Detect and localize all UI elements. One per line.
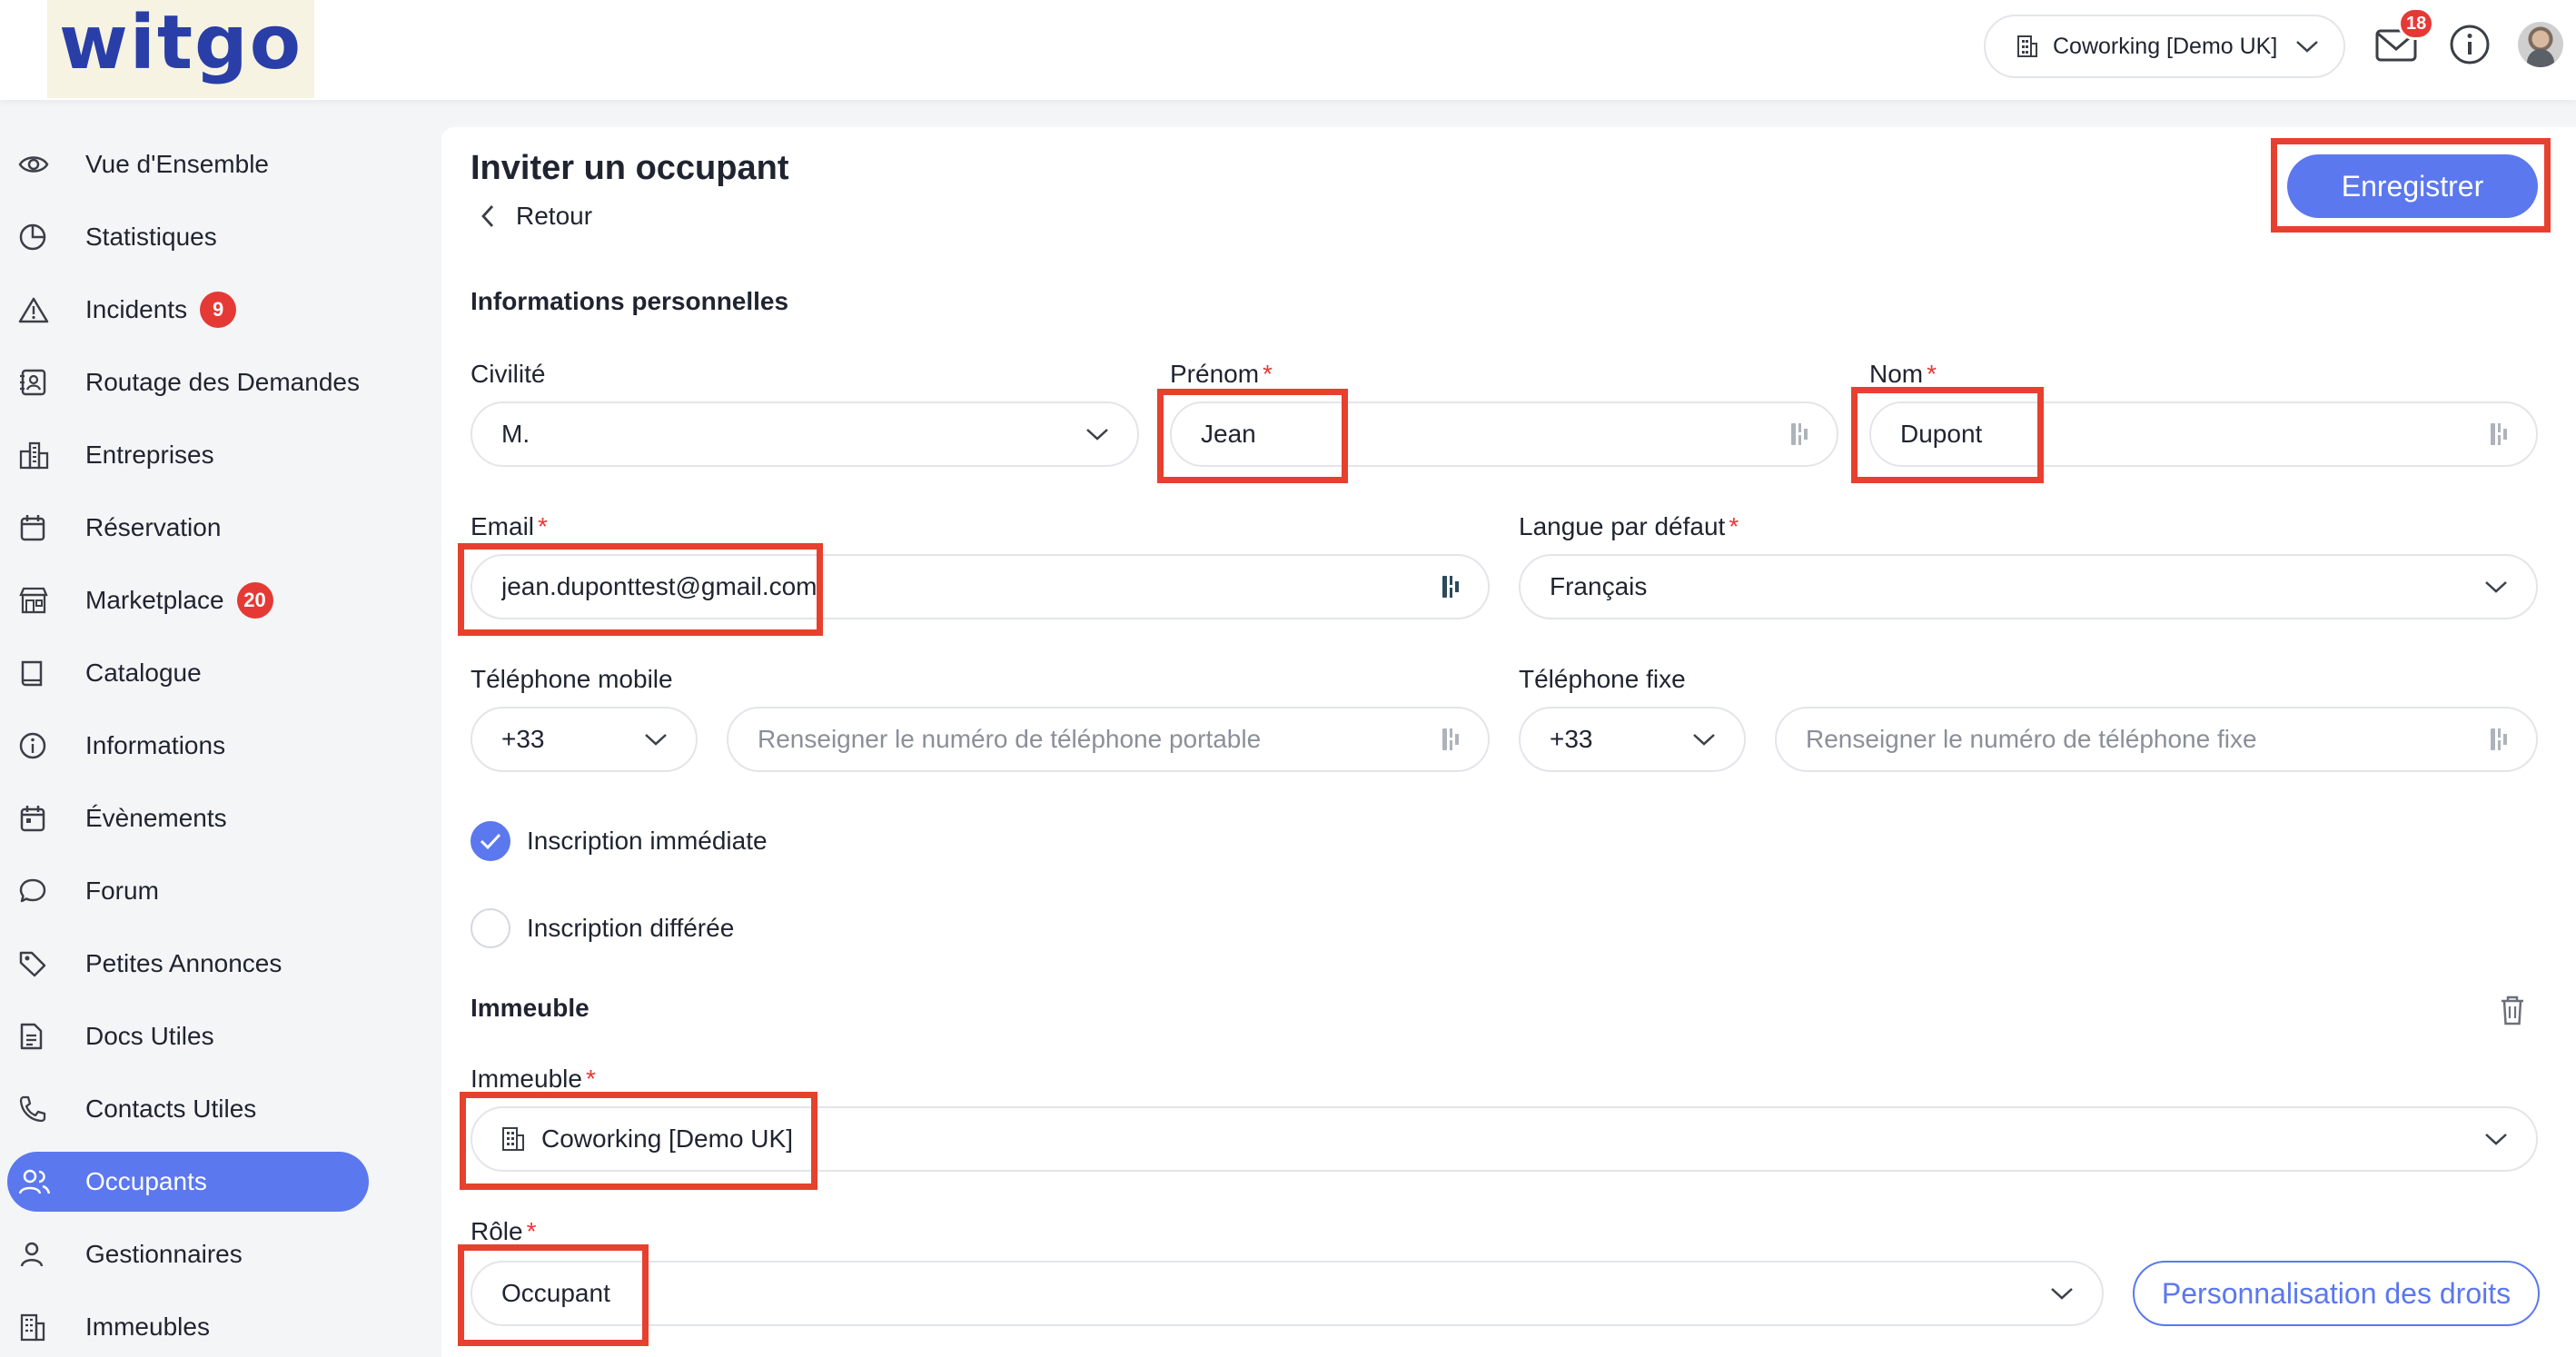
user-icon [18,1236,64,1273]
save-button[interactable]: Enregistrer [2287,154,2538,218]
civility-label: Civilité [471,360,546,388]
chevron-down-icon [2485,1134,2507,1145]
sidebar-item-informations[interactable]: Informations [7,716,369,776]
permissions-customization-button[interactable]: Personnalisation des droits [2133,1261,2540,1326]
personal-info-section-title: Informations personnelles [471,287,789,315]
chevron-down-icon [1086,429,1108,441]
trash-icon[interactable] [2494,992,2531,1028]
email-label: Email * [471,512,548,540]
warning-icon [18,292,64,328]
radio-checked[interactable] [471,821,510,861]
witgo-logo[interactable]: witgo [47,0,314,98]
chevron-left-icon [481,205,494,227]
sidebar-item-marketplace[interactable]: Marketplace 20 [7,570,369,630]
building-selector[interactable]: Coworking [Demo UK] [1984,15,2345,78]
chevron-down-icon [2051,1288,2073,1300]
mobile-phone-label: Téléphone mobile [471,665,673,693]
sidebar-item-routage[interactable]: Routage des Demandes [7,352,369,412]
sidebar-item-vue-ensemble[interactable]: Vue d'Ensemble [7,134,369,194]
sidebar-item-gestionnaires[interactable]: Gestionnaires [7,1224,369,1284]
sidebar-item-catalogue[interactable]: Catalogue [7,643,369,703]
pie-chart-icon [18,219,64,255]
immediate-registration-option[interactable]: Inscription immédiate [471,821,768,861]
store-icon [18,582,64,619]
chat-bubble-icon [18,873,64,909]
autofill-key-icon [2491,423,2507,445]
building-select[interactable]: Coworking [Demo UK] [471,1106,2538,1172]
autofill-key-icon [1791,423,1808,445]
sidebar-item-reservation[interactable]: Réservation [7,498,369,558]
avatar[interactable] [2518,22,2563,67]
autofill-key-icon [1442,728,1459,750]
chevron-down-icon [1693,734,1715,746]
civility-select[interactable]: M. [471,401,1139,467]
email-field[interactable]: jean.duponttest@gmail.com [471,554,1490,619]
autofill-key-icon [2491,728,2507,750]
chevron-down-icon [645,734,667,746]
top-bar: witgo Coworking [Demo UK] 18 [0,0,2576,100]
landline-phone-field[interactable]: Renseigner le numéro de téléphone fixe [1775,707,2538,772]
check-icon [480,833,501,850]
calendar-event-icon [18,800,64,837]
sidebar-item-docs-utiles[interactable]: Docs Utiles [7,1006,369,1066]
book-icon [18,655,64,691]
page-title: Inviter un occupant [471,149,789,187]
building-icon [2017,35,2037,57]
role-label: Rôle * [471,1217,537,1245]
chevron-down-icon [2485,581,2507,593]
mobile-country-code-select[interactable]: +33 [471,707,698,772]
calendar-icon [18,510,64,546]
tag-icon [18,946,64,982]
info-icon[interactable] [2449,24,2491,65]
building-section-title: Immeuble [471,994,590,1022]
sidebar-item-entreprises[interactable]: Entreprises [7,425,369,485]
building-selector-value: Coworking [Demo UK] [2053,33,2278,59]
info-icon [18,728,64,764]
sidebar-item-petites-annonces[interactable]: Petites Annonces [7,934,369,994]
language-select[interactable]: Français [1519,554,2538,619]
document-icon [18,1018,64,1055]
building-label: Immeuble * [471,1065,596,1093]
sidebar-item-statistiques[interactable]: Statistiques [7,207,369,267]
eye-icon [18,146,64,183]
language-label: Langue par défaut * [1519,512,1739,540]
role-select[interactable]: Occupant [471,1261,2104,1326]
chevron-down-icon [2296,41,2318,53]
sidebar-item-contacts-utiles[interactable]: Contacts Utiles [7,1079,369,1139]
sidebar-item-immeubles[interactable]: Immeubles [7,1297,369,1357]
building-icon [18,1309,64,1345]
sidebar-item-forum[interactable]: Forum [7,861,369,921]
mail-badge: 18 [2398,7,2435,40]
autofill-key-icon [1442,576,1459,598]
firstname-field[interactable]: Jean [1170,401,1838,467]
incidents-badge: 9 [200,292,237,328]
contact-book-icon [18,364,64,401]
deferred-registration-option[interactable]: Inscription différée [471,908,734,948]
sidebar-item-incidents[interactable]: Incidents 9 [7,280,369,340]
mobile-phone-field[interactable]: Renseigner le numéro de téléphone portab… [727,707,1490,772]
main-panel: Inviter un occupant Retour Enregistrer I… [441,127,2576,1357]
lastname-field[interactable]: Dupont [1869,401,2538,467]
lastname-label: Nom * [1869,360,1937,388]
radio-unchecked[interactable] [471,908,510,948]
firstname-label: Prénom * [1170,360,1273,388]
marketplace-badge: 20 [236,582,273,619]
sidebar-item-occupants[interactable]: Occupants [7,1152,369,1212]
buildings-icon [18,437,64,473]
phone-sos-icon [18,1091,64,1127]
landline-phone-label: Téléphone fixe [1519,665,1686,693]
building-icon [502,1127,524,1151]
users-icon [18,1164,64,1200]
sidebar-item-evenements[interactable]: Évènements [7,788,369,848]
landline-country-code-select[interactable]: +33 [1519,707,1746,772]
back-link[interactable]: Retour [480,202,592,231]
